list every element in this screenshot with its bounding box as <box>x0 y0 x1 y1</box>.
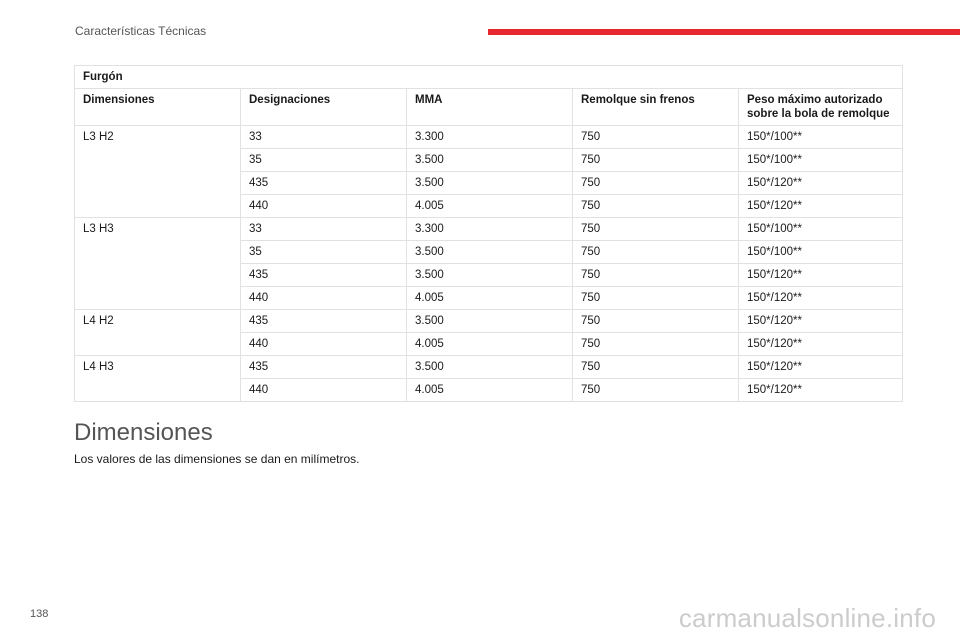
table-row: L3 H3 33 3.300 750 150*/100** <box>74 217 904 310</box>
table-cell: 3.300 <box>406 125 573 149</box>
table-caption-row: Furgón <box>73 65 904 89</box>
table-cell: 750 <box>572 148 739 172</box>
table-cell: 150*/120** <box>737 378 904 402</box>
table-cell: 750 <box>572 171 739 195</box>
table-cell: 150*/120** <box>737 286 904 310</box>
table-cell: 750 <box>572 309 739 333</box>
table-cell: 435 <box>240 309 407 333</box>
table-cell: 750 <box>572 355 739 379</box>
page-number: 138 <box>30 608 49 620</box>
watermark: carmanualsonline.info <box>678 603 936 633</box>
table-cell: 750 <box>572 125 739 149</box>
column-header: Peso máximo autorizado sobre la bola de … <box>737 88 904 126</box>
table-cell: 150*/120** <box>737 355 904 379</box>
table-cell: 35 <box>240 148 407 172</box>
table-cell: 3.300 <box>406 217 573 241</box>
table-cell: 3.500 <box>406 171 573 195</box>
table-cell: 750 <box>572 217 739 241</box>
column-header: Designaciones <box>240 88 407 126</box>
table-cell: 435 <box>240 355 407 379</box>
table-cell: 750 <box>572 263 739 287</box>
table-header-row: Dimensiones Designaciones MMA Remolque s… <box>74 88 904 126</box>
dimension-cell: L3 H3 <box>74 217 241 310</box>
table-cell: 35 <box>240 240 407 264</box>
table-cell: 4.005 <box>406 194 573 218</box>
table-cell: 3.500 <box>406 148 573 172</box>
table-row: L4 H2 435 3.500 750 150*/120** <box>74 309 904 356</box>
table-cell: 750 <box>572 378 739 402</box>
table-cell: 3.500 <box>406 355 573 379</box>
table-cell: 750 <box>572 286 739 310</box>
table-cell: 33 <box>240 217 407 241</box>
table-cell: 33 <box>240 125 407 149</box>
table-cell: 750 <box>572 194 739 218</box>
table-caption: Furgón <box>73 65 904 89</box>
table-cell: 150*/120** <box>737 263 904 287</box>
table-cell: 4.005 <box>406 332 573 356</box>
section-title: Dimensiones <box>74 419 213 446</box>
table-cell: 440 <box>240 286 407 310</box>
table-cell: 440 <box>240 378 407 402</box>
running-header: Características Técnicas <box>75 24 207 38</box>
table-cell: 3.500 <box>406 309 573 333</box>
table-cell: 440 <box>240 194 407 218</box>
table-cell: 3.500 <box>406 263 573 287</box>
table-cell: 150*/120** <box>737 194 904 218</box>
specs-table: Furgón Dimensiones Designaciones MMA Rem… <box>73 65 904 402</box>
table-cell: 150*/100** <box>737 240 904 264</box>
dimension-cell: L3 H2 <box>74 125 241 218</box>
table-cell: 4.005 <box>406 378 573 402</box>
table-cell: 150*/100** <box>737 217 904 241</box>
section-description: Los valores de las dimensiones se dan en… <box>74 452 360 466</box>
table-cell: 150*/120** <box>737 171 904 195</box>
table-cell: 435 <box>240 263 407 287</box>
column-header: MMA <box>406 88 573 126</box>
dimension-cell: L4 H2 <box>74 309 241 356</box>
table-cell: 435 <box>240 171 407 195</box>
table-cell: 750 <box>572 332 739 356</box>
table-cell: 150*/100** <box>737 125 904 149</box>
table-cell: 150*/120** <box>737 332 904 356</box>
table-cell: 440 <box>240 332 407 356</box>
column-header: Dimensiones <box>74 88 241 126</box>
table-cell: 150*/120** <box>737 309 904 333</box>
table-cell: 150*/100** <box>737 148 904 172</box>
table-row: L4 H3 435 3.500 750 150*/120** <box>74 355 904 402</box>
table-cell: 4.005 <box>406 286 573 310</box>
table-row: L3 H2 33 3.300 750 150*/100** <box>74 125 904 218</box>
header-accent-bar <box>488 29 960 35</box>
table-cell: 3.500 <box>406 240 573 264</box>
dimension-cell: L4 H3 <box>74 355 241 402</box>
column-header: Remolque sin frenos <box>572 88 739 126</box>
table-cell: 750 <box>572 240 739 264</box>
